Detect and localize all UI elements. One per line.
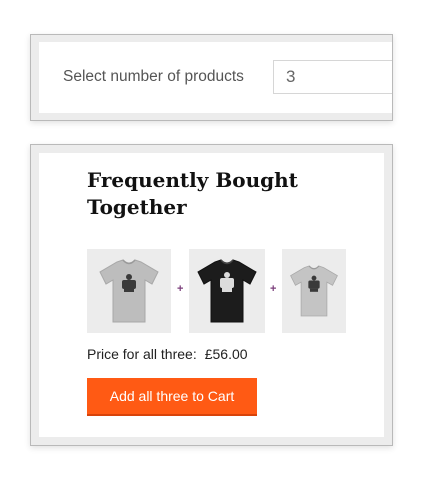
product-thumbnail-2[interactable] bbox=[189, 249, 265, 333]
plus-separator-2: + bbox=[270, 283, 277, 295]
product-count-input[interactable]: 3 bbox=[273, 60, 392, 94]
product-count-label: Select number of products bbox=[63, 68, 244, 85]
plus-separator-1: + bbox=[177, 283, 184, 295]
product-count-panel: Select number of products 3 bbox=[30, 34, 393, 121]
add-all-to-cart-button[interactable]: Add all three to Cart bbox=[87, 378, 257, 416]
bundle-price: Price for all three: £56.00 bbox=[87, 346, 248, 362]
product-thumbnail-1[interactable] bbox=[87, 249, 171, 333]
fbt-panel-body: Frequently Bought Together + + Price for… bbox=[39, 153, 384, 437]
fbt-title: Frequently Bought Together bbox=[87, 168, 298, 219]
product-count-panel-body: Select number of products 3 bbox=[39, 42, 392, 113]
black-tshirt-icon bbox=[197, 259, 257, 323]
price-label: Price for all three: bbox=[87, 346, 197, 362]
price-value: £56.00 bbox=[204, 346, 248, 362]
grey-tshirt-icon bbox=[290, 265, 338, 317]
product-thumbnail-3[interactable] bbox=[282, 249, 346, 333]
frequently-bought-together-panel: Frequently Bought Together + + Price for… bbox=[30, 144, 393, 446]
grey-tshirt-icon bbox=[99, 259, 159, 323]
